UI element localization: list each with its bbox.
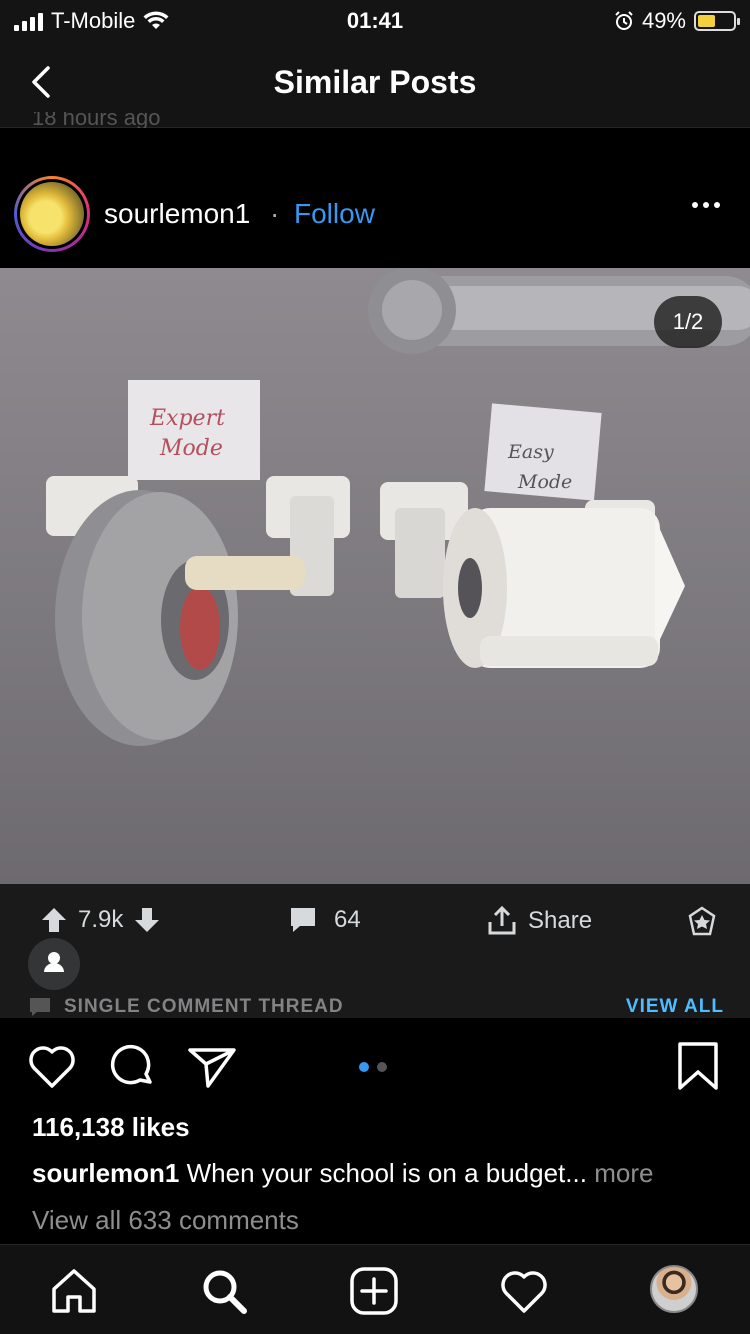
like-heart-icon[interactable]	[26, 1040, 78, 1092]
profile-tab[interactable]	[650, 1265, 702, 1317]
award-button[interactable]	[686, 906, 718, 938]
search-icon[interactable]	[198, 1265, 250, 1317]
user-placeholder-avatar[interactable]	[28, 938, 80, 990]
share-upload-icon	[488, 906, 516, 935]
post-image[interactable]: Expert Mode Easy Mode 1/2	[0, 268, 750, 884]
image-counter-badge: 1/2	[654, 296, 722, 348]
more-options-icon[interactable]	[692, 202, 720, 208]
status-bar: T-Mobile 01:41 49%	[0, 0, 750, 40]
follow-button[interactable]: Follow	[294, 198, 375, 230]
thread-bubble-icon	[30, 998, 50, 1016]
bottom-tab-bar	[0, 1244, 750, 1334]
save-bookmark-icon[interactable]	[674, 1040, 722, 1092]
likes-count[interactable]: 116,138 likes	[32, 1112, 190, 1143]
alarm-icon	[615, 11, 633, 30]
comments-button[interactable]: 64	[288, 906, 361, 934]
ig-action-row	[0, 1036, 750, 1100]
post-caption: sourlemon1 When your school is on a budg…	[32, 1158, 653, 1189]
share-label: Share	[528, 907, 593, 934]
downvote-arrow-icon[interactable]	[133, 906, 161, 934]
battery-icon	[694, 11, 740, 31]
carousel-dots	[359, 1062, 387, 1072]
caption-more-link[interactable]: more	[594, 1158, 653, 1188]
post-header: sourlemon1 · Follow	[0, 176, 750, 256]
profile-avatar	[650, 1265, 698, 1313]
caption-text: When your school is on a budget...	[186, 1158, 587, 1188]
post-photo: Expert Mode Easy Mode	[46, 268, 750, 746]
comment-count: 64	[334, 906, 361, 933]
view-all-link[interactable]: VIEW ALL	[626, 996, 724, 1018]
separator-dot: ·	[270, 198, 280, 229]
status-right: 49%	[614, 8, 740, 34]
comment-bubble-icon	[291, 908, 315, 932]
caption-username[interactable]: sourlemon1	[32, 1158, 179, 1188]
activity-heart-icon[interactable]	[498, 1265, 550, 1317]
upvote-arrow-icon[interactable]	[40, 906, 68, 934]
user-icon	[44, 952, 64, 972]
carousel-dot	[377, 1062, 387, 1072]
page-title: Similar Posts	[273, 64, 477, 100]
post-username[interactable]: sourlemon1	[104, 198, 250, 230]
carousel-dot	[359, 1062, 369, 1072]
send-paper-plane-icon[interactable]	[186, 1040, 238, 1092]
battery-percent: 49%	[641, 8, 686, 33]
lemon-avatar-image	[20, 182, 84, 246]
share-button[interactable]: Share	[486, 906, 592, 936]
single-thread-label: SINGLE COMMENT THREAD	[28, 996, 344, 1018]
create-post-icon[interactable]	[348, 1265, 400, 1317]
award-icon	[688, 906, 716, 936]
story-avatar[interactable]	[14, 176, 90, 252]
view-all-comments-link[interactable]: View all 633 comments	[32, 1205, 299, 1236]
faded-timestamp: 18 hours ago	[32, 112, 161, 128]
upvote-count: 7.9k	[78, 906, 124, 933]
reddit-action-bar: 7.9k 64 Share	[0, 884, 750, 964]
comment-thread-row: SINGLE COMMENT THREAD VIEW ALL	[0, 964, 750, 1018]
thread-label-text: SINGLE COMMENT THREAD	[64, 996, 344, 1017]
vote-group: 7.9k	[40, 906, 161, 934]
home-icon[interactable]	[48, 1265, 100, 1317]
comment-icon[interactable]	[106, 1040, 158, 1092]
